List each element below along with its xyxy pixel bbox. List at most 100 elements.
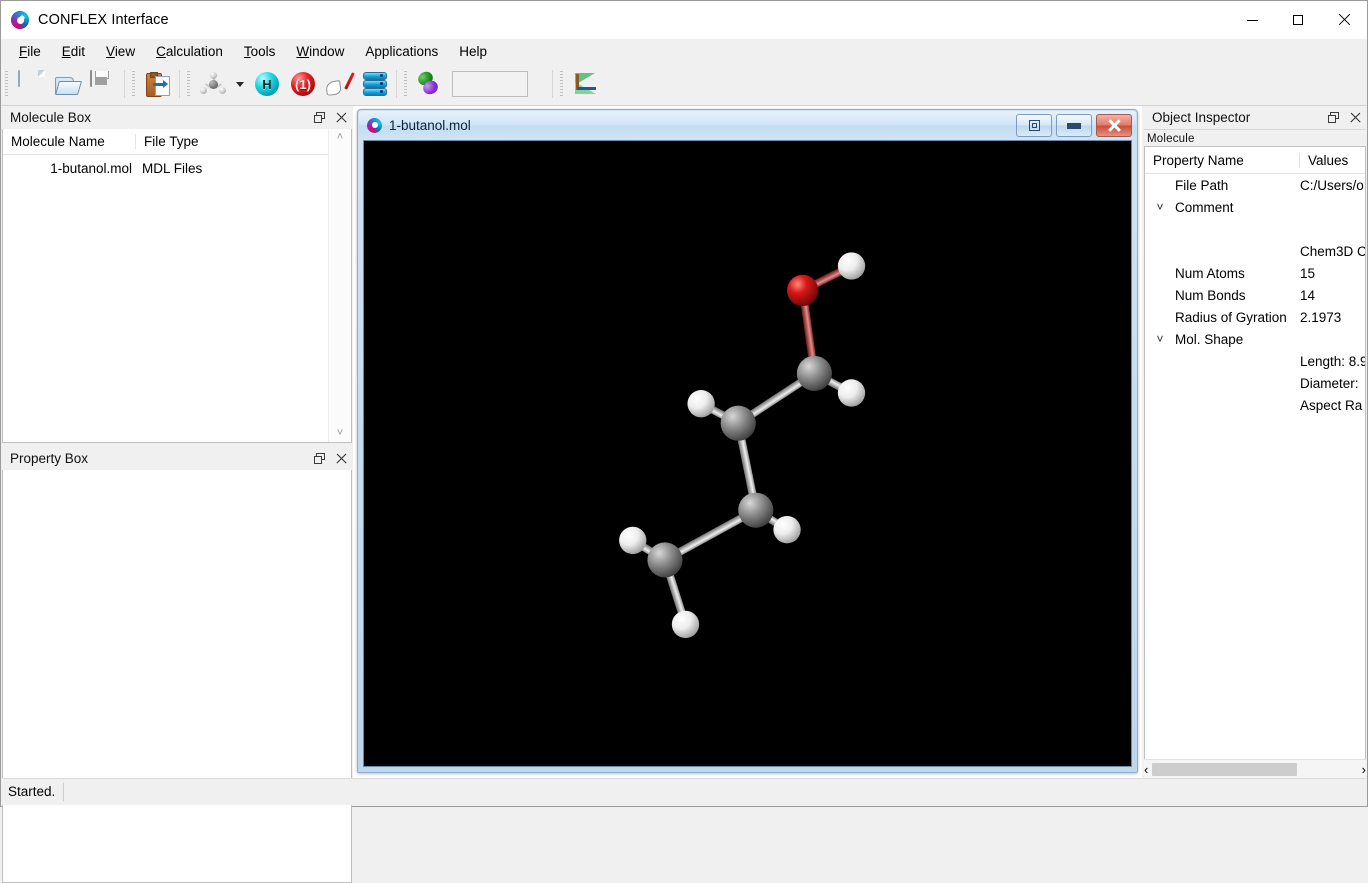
scroll-left-icon[interactable]: ‹ <box>1144 762 1148 777</box>
property-row[interactable]: Num Bonds 14 <box>1145 284 1365 306</box>
column-header-file-type[interactable]: File Type <box>136 134 328 149</box>
close-button[interactable] <box>1321 1 1367 39</box>
property-name-cell: Radius of Gyration <box>1145 310 1300 325</box>
scroll-up-icon[interactable]: ˄ <box>337 132 343 143</box>
property-row[interactable]: Radius of Gyration 2.1973 <box>1145 306 1365 328</box>
atom-number-button[interactable]: (1) <box>285 66 321 102</box>
property-box-close-button[interactable] <box>330 448 352 469</box>
floppy-save-icon <box>90 70 116 97</box>
property-box-header: Property Box <box>2 447 352 471</box>
save-file-button[interactable] <box>85 66 121 102</box>
model-style-dropdown[interactable] <box>231 66 249 102</box>
object-inspector-horizontal-scrollbar[interactable]: ‹ › <box>1144 759 1366 779</box>
property-value-cell: Chem3D C <box>1300 243 1365 259</box>
menu-calculation[interactable]: Calculation <box>146 41 234 62</box>
menu-edit[interactable]: Edit <box>52 41 96 62</box>
property-row[interactable]: ˅ Comment <box>1145 196 1365 218</box>
column-header-molecule-name[interactable]: Molecule Name <box>3 134 136 149</box>
object-inspector-title: Object Inspector <box>1152 110 1251 125</box>
close-icon <box>336 112 347 123</box>
ball-and-stick-icon <box>200 72 226 96</box>
atom-c <box>647 542 683 578</box>
property-value-cell: 2.1973 <box>1300 309 1342 325</box>
hscroll-thumb[interactable] <box>1152 763 1298 776</box>
toolbar-grip[interactable] <box>187 71 190 97</box>
molecule-box-title: Molecule Box <box>10 110 92 125</box>
column-header-property-name[interactable]: Property Name <box>1145 152 1300 168</box>
chevron-down-icon: ˅ <box>1156 200 1164 214</box>
pen-draw-icon <box>325 72 355 96</box>
edit-draw-button[interactable] <box>321 66 357 102</box>
new-file-button[interactable] <box>13 66 49 102</box>
toolbar-grip[interactable] <box>5 71 8 97</box>
object-inspector-float-button[interactable] <box>1322 107 1344 128</box>
menu-view[interactable]: View <box>96 41 146 62</box>
minimize-button[interactable] <box>1229 1 1275 39</box>
property-row[interactable]: ˅ Mol. Shape <box>1145 328 1365 350</box>
molecule-box-panel: Molecule Box Molecule Name File Type 1-b… <box>2 106 352 443</box>
property-row[interactable] <box>1145 218 1365 240</box>
molecule-box-header: Molecule Box <box>2 106 352 130</box>
layers-button[interactable] <box>357 66 393 102</box>
property-row[interactable]: Num Atoms 15 <box>1145 262 1365 284</box>
toolbar-grip[interactable] <box>404 71 407 97</box>
maximize-icon <box>1293 15 1303 25</box>
scroll-right-icon[interactable]: › <box>1362 762 1366 777</box>
add-hydrogen-button[interactable]: H <box>249 66 285 102</box>
axis-view-button[interactable] <box>568 66 604 102</box>
menu-window[interactable]: Window <box>286 41 355 62</box>
open-file-button[interactable] <box>49 66 85 102</box>
property-box-panel: Property Box <box>2 447 352 883</box>
table-row[interactable]: 1-butanol.mol MDL Files <box>3 155 328 181</box>
property-row[interactable]: Chem3D C <box>1145 240 1365 262</box>
maximize-button[interactable] <box>1275 1 1321 39</box>
column-header-values[interactable]: Values <box>1300 153 1365 168</box>
mdi-minimize-button[interactable] <box>1056 114 1092 137</box>
window-title: CONFLEX Interface <box>38 12 169 28</box>
expand-toggle[interactable]: ˅ <box>1145 201 1175 213</box>
property-name-cell: File Path <box>1145 178 1300 193</box>
mdi-close-button[interactable] <box>1096 114 1132 137</box>
property-name-label: Comment <box>1175 199 1234 215</box>
molecule-box-close-button[interactable] <box>330 107 352 128</box>
menu-bar: File Edit View Calculation Tools Window … <box>1 39 1367 63</box>
title-bar: CONFLEX Interface <box>1 1 1367 39</box>
property-row[interactable]: Aspect Ra <box>1145 394 1365 416</box>
float-window-icon <box>313 453 325 464</box>
toolbar-grip[interactable] <box>560 71 563 97</box>
property-row[interactable]: File Path C:/Users/o <box>1145 174 1365 196</box>
toolbar-text-field[interactable] <box>452 71 528 97</box>
model-style-button[interactable] <box>195 66 231 102</box>
molecule-box-body: Molecule Name File Type 1-butanol.mol MD… <box>2 129 352 443</box>
molecule-viewer-title-bar[interactable]: 1-butanol.mol <box>359 111 1136 139</box>
menu-help[interactable]: Help <box>449 41 498 62</box>
object-inspector-close-button[interactable] <box>1344 107 1366 128</box>
menu-tools[interactable]: Tools <box>234 41 287 62</box>
menu-applications[interactable]: Applications <box>355 41 449 62</box>
molecule-3d-viewport[interactable] <box>363 140 1132 767</box>
orbital-button[interactable] <box>412 66 448 102</box>
property-row[interactable]: Length: 8.9 <box>1145 350 1365 372</box>
scroll-down-icon[interactable]: ˅ <box>337 428 343 439</box>
chevron-down-icon <box>236 81 244 87</box>
chevron-down-icon: ˅ <box>1156 332 1164 346</box>
toolbar-grip[interactable] <box>132 71 135 97</box>
property-name-cell: ˅ Comment <box>1145 200 1300 215</box>
molecule-box-vertical-scrollbar[interactable]: ˄ ˅ <box>328 129 351 442</box>
property-box-title: Property Box <box>10 451 89 466</box>
atom-h <box>773 516 801 544</box>
property-box-body[interactable] <box>2 470 352 883</box>
property-name-label: Num Atoms <box>1175 265 1245 281</box>
expand-toggle[interactable]: ˅ <box>1145 333 1175 345</box>
restore-icon <box>1028 120 1040 131</box>
open-folder-icon <box>54 75 83 95</box>
atom-c <box>738 492 774 528</box>
property-row[interactable]: Diameter: <box>1145 372 1365 394</box>
molecule-box-float-button[interactable] <box>308 107 330 128</box>
menu-file[interactable]: File <box>9 41 52 62</box>
object-inspector-grid-header: Property Name Values <box>1145 147 1365 174</box>
property-box-float-button[interactable] <box>308 448 330 469</box>
import-file-button[interactable] <box>140 66 176 102</box>
atom-c <box>720 405 756 441</box>
mdi-restore-button[interactable] <box>1016 114 1052 137</box>
